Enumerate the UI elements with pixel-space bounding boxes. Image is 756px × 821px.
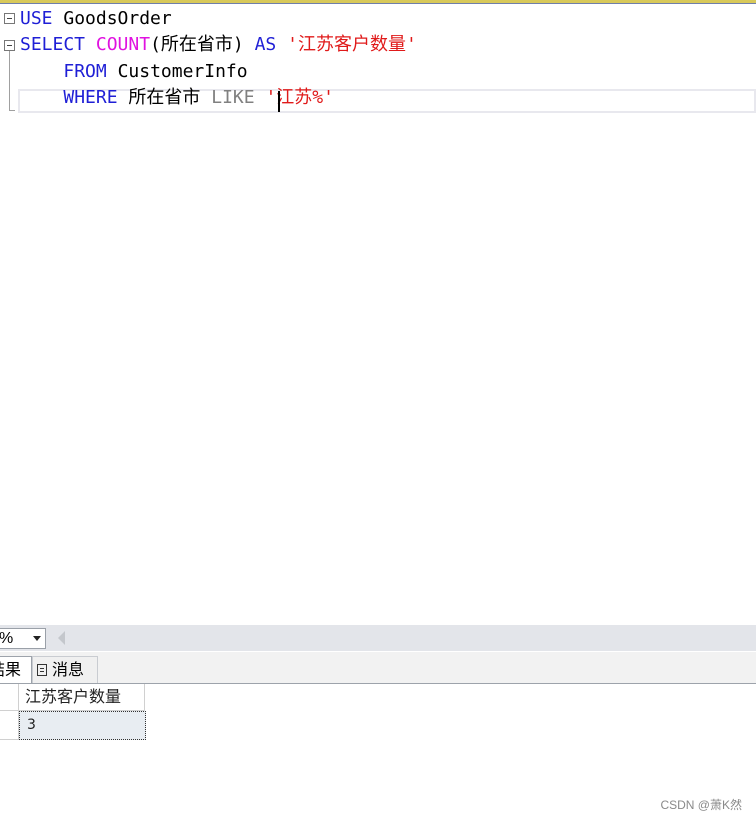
dropdown-arrow-icon [33, 636, 41, 641]
tab-messages-label: 消息 [52, 660, 85, 679]
grid-corner[interactable] [0, 684, 19, 711]
collapse-icon[interactable] [4, 40, 15, 51]
outline-guide-end [9, 110, 15, 111]
messages-icon [37, 664, 47, 676]
column-header[interactable]: 江苏客户数量 [19, 684, 145, 711]
tab-results-label: 结果 [0, 660, 22, 679]
code-line-4[interactable]: WHERE 所在省市 LIKE '江苏%' [20, 85, 334, 111]
keyword-as: AS [254, 34, 277, 55]
keyword-where: WHERE [63, 87, 118, 108]
count-args: (所在省市) [150, 34, 244, 55]
database-name: GoodsOrder [63, 8, 172, 29]
function-count: COUNT [95, 34, 151, 55]
text-caret [278, 91, 280, 112]
collapse-icon[interactable] [4, 13, 15, 24]
result-cell[interactable]: 3 [19, 711, 146, 740]
results-tabs-bar [0, 652, 756, 684]
row-header[interactable] [0, 711, 19, 740]
code-line-2[interactable]: SELECT COUNT(所在省市) AS '江苏客户数量' [20, 32, 417, 58]
tab-results[interactable]: 结果 [0, 656, 32, 683]
keyword-like: LIKE [211, 87, 255, 108]
sql-editor[interactable]: USE GoodsOrder SELECT COUNT(所在省市) AS '江苏… [0, 4, 756, 624]
scroll-left-icon[interactable] [58, 631, 65, 645]
zoom-dropdown[interactable]: % [0, 628, 46, 649]
outline-guide [9, 51, 10, 111]
like-pattern: '江苏%' [265, 87, 334, 108]
code-line-3[interactable]: FROM CustomerInfo [20, 59, 248, 85]
code-line-1[interactable]: USE GoodsOrder [20, 6, 172, 32]
tab-messages[interactable]: 消息 [32, 656, 98, 683]
keyword-from: FROM [63, 61, 107, 82]
keyword-use: USE [20, 8, 53, 29]
keyword-select: SELECT [20, 34, 86, 55]
table-name: CustomerInfo [117, 61, 248, 82]
alias-string: '江苏客户数量' [287, 34, 417, 55]
zoom-value: % [0, 630, 14, 647]
watermark: CSDN @萧K然 [660, 798, 742, 812]
column-name: 所在省市 [128, 87, 201, 108]
editor-status-strip [0, 625, 756, 651]
